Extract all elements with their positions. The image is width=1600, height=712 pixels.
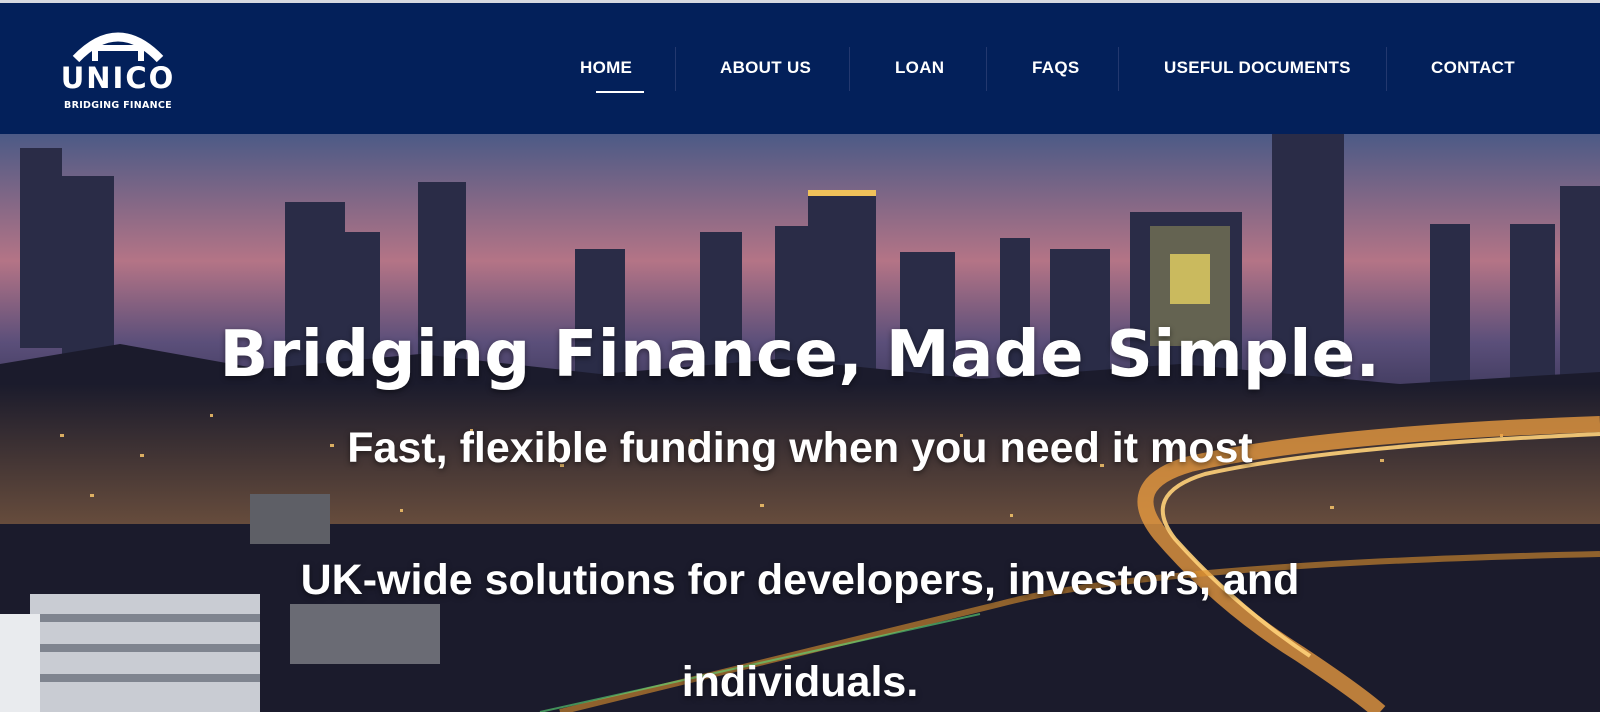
nav-separator bbox=[675, 47, 676, 91]
hero-description: UK-wide solutions for developers, invest… bbox=[300, 556, 1300, 706]
main-nav: HOME ABOUT US LOAN FAQS USEFUL DOCUMENTS… bbox=[560, 3, 1600, 134]
active-nav-indicator bbox=[596, 91, 644, 93]
hero-title: Bridging Finance, Made Simple. bbox=[219, 318, 1381, 392]
brand-name: UNICO bbox=[60, 61, 176, 95]
nav-separator bbox=[986, 47, 987, 91]
site-header: UNICO BRIDGING FINANCE HOME ABOUT US LOA… bbox=[0, 3, 1600, 134]
brand-tagline: BRIDGING FINANCE bbox=[64, 100, 172, 111]
hero-banner: Bridging Finance, Made Simple. Fast, fle… bbox=[0, 134, 1600, 712]
nav-about-us[interactable]: ABOUT US bbox=[720, 58, 811, 78]
nav-faqs[interactable]: FAQS bbox=[1032, 58, 1080, 78]
nav-loan[interactable]: LOAN bbox=[895, 58, 944, 78]
hero-subtitle: Fast, flexible funding when you need it … bbox=[347, 424, 1253, 472]
nav-separator bbox=[1386, 47, 1387, 91]
nav-home[interactable]: HOME bbox=[580, 58, 632, 78]
nav-separator bbox=[849, 47, 850, 91]
brand-logo[interactable]: UNICO BRIDGING FINANCE bbox=[58, 25, 178, 117]
nav-separator bbox=[1118, 47, 1119, 91]
bridge-arch-icon bbox=[72, 32, 164, 63]
nav-useful-documents[interactable]: USEFUL DOCUMENTS bbox=[1164, 58, 1351, 78]
nav-contact[interactable]: CONTACT bbox=[1431, 58, 1515, 78]
